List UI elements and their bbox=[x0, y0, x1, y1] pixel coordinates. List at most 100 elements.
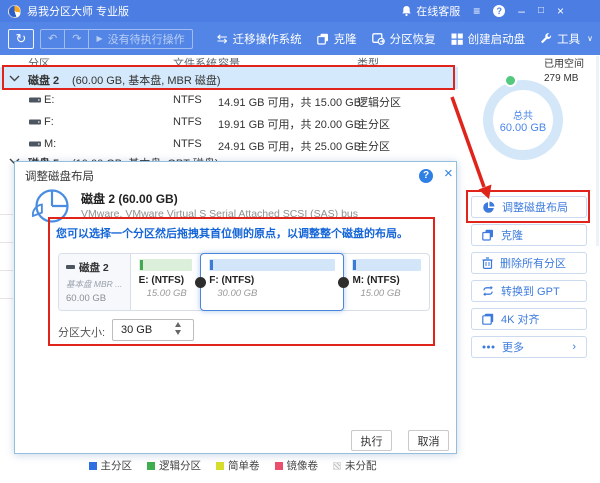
execute-button[interactable]: 执行 bbox=[351, 430, 392, 451]
sidebar-button-convert-gpt[interactable]: 转换到 GPT bbox=[471, 280, 587, 302]
partition-block-label: M: (NTFS) bbox=[352, 275, 421, 286]
drive-icon bbox=[29, 118, 41, 126]
sidebar-button-delete-all[interactable]: 删除所有分区 bbox=[471, 252, 587, 274]
spinner-up-icon[interactable] bbox=[175, 322, 181, 327]
wrench-icon bbox=[540, 33, 552, 45]
partition-block-label: E: (NTFS) bbox=[139, 275, 193, 286]
legend-swatch-primary bbox=[89, 462, 97, 470]
sidebar-button-clone[interactable]: 克隆 bbox=[471, 224, 587, 246]
legend-mirror-volume: 镜像卷 bbox=[275, 458, 319, 473]
partition-recovery-button[interactable]: 分区恢复 bbox=[372, 31, 436, 47]
partition-legend: 主分区 逻辑分区 简单卷 镜像卷 未分配 bbox=[0, 458, 465, 473]
spinner-down-icon[interactable] bbox=[175, 330, 181, 335]
row-divider bbox=[0, 270, 13, 271]
size-spinner[interactable] bbox=[175, 322, 181, 335]
more-dots-icon bbox=[482, 345, 495, 349]
dialog-disk-title: 磁盘 2 (60.00 GB) bbox=[81, 190, 178, 207]
legend-swatch-mirror bbox=[275, 462, 283, 470]
delete-all-label: 删除所有分区 bbox=[500, 255, 566, 271]
legend-label: 简单卷 bbox=[228, 458, 260, 473]
usage-strip bbox=[139, 259, 193, 271]
maximize-button[interactable]: □ bbox=[538, 0, 544, 22]
trash-icon bbox=[482, 257, 493, 269]
partition-bar-disk-info: 磁盘 2 基本盘 MBR ... 60.00 GB bbox=[59, 254, 131, 310]
partition-fs: NTFS bbox=[173, 138, 202, 150]
toolbar: ↻ ↶ ↷ ▶ 没有待执行操作 ⇆ 迁移操作系统 bbox=[0, 22, 600, 55]
clone-icon bbox=[317, 33, 329, 45]
partition-block-size: 30.00 GB bbox=[217, 288, 335, 299]
execute-pending-button[interactable]: ▶ 没有待执行操作 bbox=[88, 30, 191, 48]
partition-recovery-label: 分区恢复 bbox=[390, 31, 436, 47]
drive-icon bbox=[66, 265, 75, 270]
migrate-os-button[interactable]: ⇆ 迁移操作系统 bbox=[217, 31, 302, 47]
clone-toolbar-label: 克隆 bbox=[334, 31, 357, 47]
bell-icon bbox=[401, 5, 412, 17]
partition-block-e[interactable]: E: (NTFS) 15.00 GB bbox=[131, 254, 201, 310]
clone-icon bbox=[482, 229, 494, 241]
dialog-close-icon[interactable]: × bbox=[444, 165, 453, 182]
legend-swatch-logical bbox=[147, 462, 155, 470]
sidebar: 已用空间 279 MB 总共 60.00 GB 调整磁盘布局 克隆 bbox=[460, 55, 600, 483]
partition-capacity: 19.91 GB 可用，共 20.00 GB bbox=[218, 116, 361, 132]
titlebar: 易我分区大师 专业版 在线客服 ≡ ? – □ × bbox=[0, 0, 600, 22]
dialog-disk-subtitle: VMware, VMware Virtual S Serial Attached… bbox=[81, 208, 358, 220]
table-row-partition-e[interactable]: E: NTFS 14.91 GB 可用，共 15.00 GB 逻辑分区 bbox=[0, 89, 458, 111]
resize-handle-left[interactable] bbox=[195, 277, 206, 288]
undo-button[interactable]: ↶ bbox=[41, 30, 64, 48]
table-row-disk2[interactable]: 磁盘 2 (60.00 GB, 基本盘, MBR 磁盘) bbox=[0, 67, 458, 89]
partition-block-size: 15.00 GB bbox=[360, 288, 421, 299]
create-boot-disk-label: 创建启动盘 bbox=[468, 31, 526, 47]
create-boot-disk-button[interactable]: 创建启动盘 bbox=[451, 31, 526, 47]
total-caption: 总共 bbox=[513, 107, 533, 122]
disk2-detail: (60.00 GB, 基本盘, MBR 磁盘) bbox=[72, 72, 221, 88]
legend-primary: 主分区 bbox=[89, 458, 133, 473]
partition-block-f-selected[interactable]: F: (NTFS) 30.00 GB bbox=[200, 253, 344, 311]
sidebar-button-adjust-layout[interactable]: 调整磁盘布局 bbox=[471, 196, 587, 218]
scrollbar[interactable] bbox=[596, 56, 599, 246]
chevron-down-icon bbox=[9, 75, 20, 82]
pending-operations-label: 没有待执行操作 bbox=[108, 31, 185, 47]
align-icon bbox=[482, 313, 494, 325]
redo-button[interactable]: ↷ bbox=[64, 30, 88, 48]
partition-size-input[interactable] bbox=[112, 319, 194, 341]
partition-fs: NTFS bbox=[173, 94, 202, 106]
row-divider bbox=[0, 298, 13, 299]
tools-menu-button[interactable]: 工具 ∨ bbox=[540, 31, 593, 47]
partition-type: 主分区 bbox=[357, 116, 390, 132]
help-icon[interactable]: ? bbox=[493, 5, 505, 17]
refresh-icon: ↻ bbox=[16, 31, 27, 47]
cancel-button[interactable]: 取消 bbox=[408, 430, 449, 451]
table-row-partition-f[interactable]: F: NTFS 19.91 GB 可用，共 20.00 GB 主分区 bbox=[0, 111, 458, 133]
partition-block-size: 15.00 GB bbox=[147, 288, 193, 299]
clone-toolbar-button[interactable]: 克隆 bbox=[317, 31, 357, 47]
legend-simple-volume: 简单卷 bbox=[216, 458, 260, 473]
online-support-label: 在线客服 bbox=[416, 3, 460, 19]
legend-label: 镜像卷 bbox=[287, 458, 319, 473]
adjust-layout-dialog: 调整磁盘布局 ? × 磁盘 2 (60.00 GB) VMware, VMwar… bbox=[14, 161, 457, 454]
disk2-name: 磁盘 2 bbox=[28, 72, 59, 88]
partition-size-label: 分区大小: bbox=[58, 324, 105, 340]
drive-icon bbox=[29, 140, 41, 148]
row-divider bbox=[0, 214, 13, 215]
four-k-align-label: 4K 对齐 bbox=[501, 311, 540, 327]
sidebar-button-4k-align[interactable]: 4K 对齐 bbox=[471, 308, 587, 330]
online-support-button[interactable]: 在线客服 bbox=[401, 3, 460, 19]
disk-pie-icon bbox=[29, 186, 73, 230]
pie-chart-icon bbox=[482, 201, 495, 214]
table-header: 分区 文件系统 容量 类型 bbox=[0, 55, 458, 67]
minimize-button[interactable]: – bbox=[518, 0, 525, 22]
menu-icon[interactable]: ≡ bbox=[473, 0, 480, 22]
tools-menu-label: 工具 bbox=[557, 31, 580, 47]
partition-block-m[interactable]: M: (NTFS) 15.00 GB bbox=[344, 254, 429, 310]
drive-icon bbox=[29, 96, 41, 104]
migrate-os-label: 迁移操作系统 bbox=[233, 31, 302, 47]
partition-bar: 磁盘 2 基本盘 MBR ... 60.00 GB E: (NTFS) 15.0… bbox=[58, 253, 430, 311]
play-icon: ▶ bbox=[96, 34, 102, 43]
partition-type: 逻辑分区 bbox=[357, 94, 401, 110]
refresh-button[interactable]: ↻ bbox=[8, 29, 34, 49]
sidebar-button-more[interactable]: 更多 › bbox=[471, 336, 587, 358]
boot-disk-icon bbox=[451, 33, 463, 45]
dialog-help-icon[interactable]: ? bbox=[419, 169, 433, 183]
partition-name: E: bbox=[44, 94, 54, 106]
close-button[interactable]: × bbox=[557, 0, 564, 22]
